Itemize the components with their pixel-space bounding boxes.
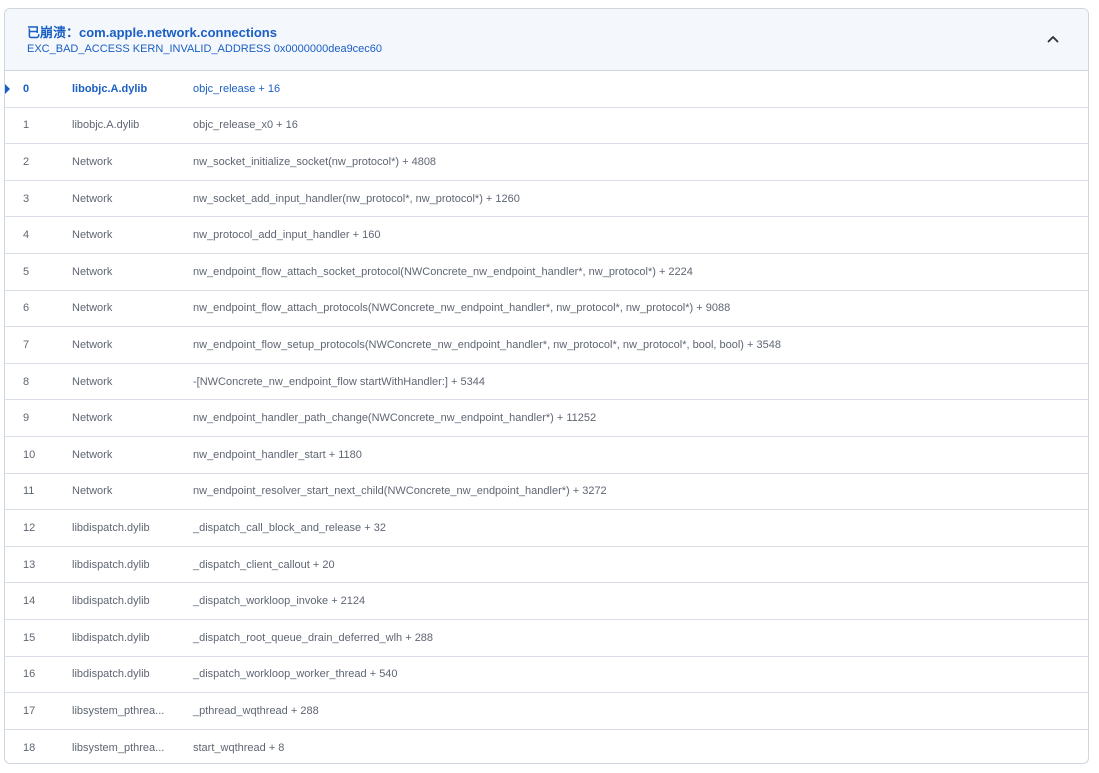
triangle-right-icon	[5, 82, 10, 95]
frame-library: Network	[72, 448, 113, 461]
exception-info: EXC_BAD_ACCESS KERN_INVALID_ADDRESS 0x00…	[27, 43, 383, 55]
frame-index: 15	[23, 631, 36, 644]
frame-library: libdispatch.dylib	[72, 521, 150, 534]
crash-title: 已崩溃：com.apple.network.connections	[27, 22, 277, 41]
frame-index: 10	[23, 448, 36, 461]
frame-index: 5	[23, 265, 30, 278]
frame-library: Network	[72, 192, 113, 205]
stack-frame-row[interactable]: 10 Network nw_endpoint_handler_start + 118…	[5, 437, 1088, 474]
frame-library: Network	[72, 485, 113, 498]
frame-symbol: -[NWConcrete_nw_endpoint_flow startWithH…	[193, 375, 485, 388]
crash-header[interactable]: 已崩溃：com.apple.network.connections EXC_BA…	[5, 9, 1088, 71]
frame-symbol: nw_endpoint_flow_attach_protocols(NWConc…	[193, 302, 731, 315]
frame-index: 17	[23, 704, 36, 717]
frame-index: 3	[23, 192, 30, 205]
frame-library: libobjc.A.dylib	[72, 119, 140, 132]
frame-index: 18	[23, 741, 36, 754]
frame-index: 0	[23, 82, 30, 95]
frame-library: libdispatch.dylib	[72, 595, 150, 608]
stack-frame-row[interactable]: 15 libdispatch.dylib _dispatch_root_queue_…	[5, 620, 1088, 657]
frame-library: Network	[72, 229, 113, 242]
frame-index: 16	[23, 668, 36, 681]
crash-thread-panel: 已崩溃：com.apple.network.connections EXC_BA…	[4, 8, 1089, 764]
frame-symbol: _pthread_wqthread + 288	[193, 704, 319, 717]
stack-frame-row[interactable]: 3 Network nw_socket_add_input_handler(nw_p…	[5, 181, 1088, 218]
thread-name: com.apple.network.connections	[79, 25, 277, 40]
stack-frame-row[interactable]: 1 libobjc.A.dylib objc_release_x0 + 16	[5, 108, 1088, 145]
frame-library: Network	[72, 265, 113, 278]
frame-symbol: start_wqthread + 8	[193, 741, 285, 754]
stack-frame-row[interactable]: 0 libobjc.A.dylib objc_release + 16	[5, 71, 1088, 108]
frame-symbol: nw_socket_initialize_socket(nw_protocol*…	[193, 155, 437, 168]
frame-symbol: nw_endpoint_flow_setup_protocols(NWConcr…	[193, 338, 781, 351]
frame-library: Network	[72, 302, 113, 315]
stack-frame-row[interactable]: 11 Network nw_endpoint_resolver_start_next…	[5, 474, 1088, 511]
frame-library: libobjc.A.dylib	[72, 82, 148, 95]
frame-library: Network	[72, 155, 113, 168]
frame-symbol: nw_endpoint_handler_path_change(NWConcre…	[193, 412, 597, 425]
frame-index: 14	[23, 595, 36, 608]
frame-symbol: nw_endpoint_handler_start + 1180	[193, 448, 362, 461]
frame-index: 13	[23, 558, 36, 571]
frame-symbol: nw_endpoint_flow_attach_socket_protocol(…	[193, 265, 693, 278]
frame-library: libdispatch.dylib	[72, 558, 150, 571]
frame-symbol: _dispatch_workloop_invoke + 2124	[193, 595, 366, 608]
frame-index: 2	[23, 155, 30, 168]
stack-frame-row[interactable]: 13 libdispatch.dylib _dispatch_client_call…	[5, 547, 1088, 584]
frame-symbol: objc_release + 16	[193, 82, 281, 95]
collapse-button[interactable]	[1038, 25, 1068, 53]
frame-library: libdispatch.dylib	[72, 668, 150, 681]
frame-library: libsystem_pthrea...	[72, 741, 165, 754]
frame-index: 9	[23, 412, 30, 425]
frame-index: 12	[23, 521, 36, 534]
stack-frame-list: 0 libobjc.A.dylib objc_release + 16 1 libobj…	[5, 71, 1088, 763]
frame-symbol: _dispatch_client_callout + 20	[193, 558, 335, 571]
stack-frame-row[interactable]: 6 Network nw_endpoint_flow_attach_protocol…	[5, 291, 1088, 328]
frame-library: Network	[72, 412, 113, 425]
frame-index: 1	[23, 119, 30, 132]
frame-symbol: nw_socket_add_input_handler(nw_protocol*…	[193, 192, 520, 205]
frame-symbol: _dispatch_workloop_worker_thread + 540	[193, 668, 398, 681]
stack-frame-row[interactable]: 7 Network nw_endpoint_flow_setup_protocols…	[5, 327, 1088, 364]
frame-library: libdispatch.dylib	[72, 631, 150, 644]
frame-library: libsystem_pthrea...	[72, 704, 165, 717]
stack-frame-row[interactable]: 17 libsystem_pthrea... _pthread_wqthread +…	[5, 693, 1088, 730]
frame-symbol: nw_endpoint_resolver_start_next_child(NW…	[193, 485, 607, 498]
frame-index: 6	[23, 302, 30, 315]
stack-frame-row[interactable]: 8 Network -[NWConcrete_nw_endpoint_flow st…	[5, 364, 1088, 401]
stack-frame-row[interactable]: 4 Network nw_protocol_add_input_handler + …	[5, 217, 1088, 254]
frame-index: 8	[23, 375, 30, 388]
crashed-label: 已崩溃：	[27, 25, 80, 40]
frame-library: Network	[72, 375, 113, 388]
stack-frame-row[interactable]: 18 libsystem_pthrea... start_wqthread + 8	[5, 730, 1088, 763]
frame-index: 11	[23, 485, 35, 498]
stack-frame-row[interactable]: 9 Network nw_endpoint_handler_path_change(…	[5, 400, 1088, 437]
frame-symbol: objc_release_x0 + 16	[193, 119, 298, 132]
stack-frame-row[interactable]: 2 Network nw_socket_initialize_socket(nw_p…	[5, 144, 1088, 181]
frame-symbol: _dispatch_call_block_and_release + 32	[193, 521, 386, 534]
frame-index: 7	[23, 338, 30, 351]
stack-frame-row[interactable]: 16 libdispatch.dylib _dispatch_workloop_wo…	[5, 657, 1088, 694]
frame-symbol: nw_protocol_add_input_handler + 160	[193, 229, 381, 242]
stack-frame-row[interactable]: 12 libdispatch.dylib _dispatch_call_block_…	[5, 510, 1088, 547]
frame-symbol: _dispatch_root_queue_drain_deferred_wlh …	[193, 631, 434, 644]
chevron-up-icon	[1047, 36, 1059, 43]
stack-frame-row[interactable]: 5 Network nw_endpoint_flow_attach_socket_p…	[5, 254, 1088, 291]
stack-frame-row[interactable]: 14 libdispatch.dylib _dispatch_workloop_in…	[5, 583, 1088, 620]
frame-index: 4	[23, 229, 30, 242]
frame-library: Network	[72, 338, 113, 351]
